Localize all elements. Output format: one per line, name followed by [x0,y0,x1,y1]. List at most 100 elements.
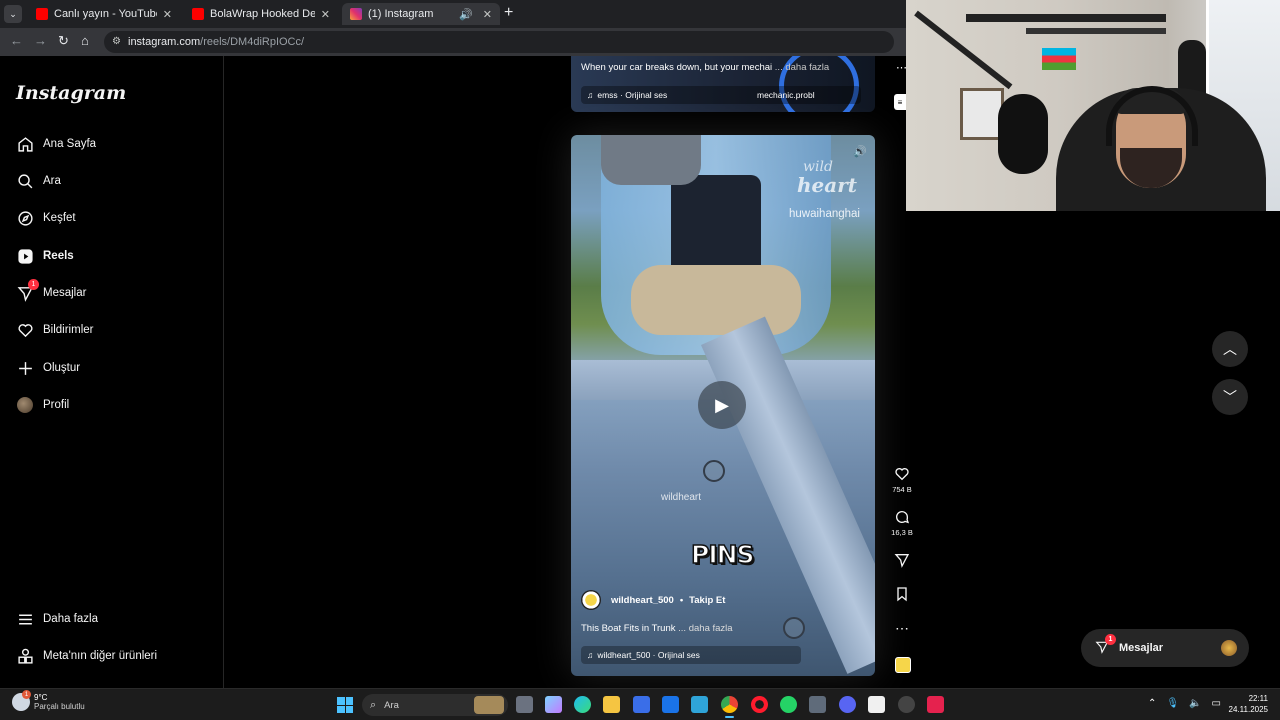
sidebar-item-label: Daha fazla [43,613,98,625]
share-button[interactable] [890,552,914,571]
more-link[interactable]: ... daha fazla [678,623,732,634]
opera-icon[interactable] [751,696,768,713]
tab-search-dropdown[interactable]: ⌄ [4,5,22,23]
system-tray: ⌃ 🎙 🔈 ▭ [1148,698,1221,709]
start-button[interactable] [337,697,353,713]
edge-icon[interactable] [574,696,591,713]
reel-audio-bar[interactable]: ♫ wildheart_500 · Orijinal ses [581,646,801,664]
avatar-icon [16,396,34,414]
back-arrow-icon[interactable]: ← [10,33,23,48]
network-icon[interactable]: ▭ [1212,698,1221,709]
tab-bolawrap[interactable]: BolaWrap Hooked Deep Into M ✕ [184,3,338,25]
sidebar-item-home[interactable]: Ana Sayfa [16,132,96,156]
sidebar-item-label: Oluştur [43,362,81,374]
reel-audio-bar[interactable]: ♫ emss · Orijinal ses mechanic.probl [581,86,861,104]
pocket-icon[interactable] [927,696,944,713]
next-reel-button[interactable]: ﹀ [1212,379,1248,415]
chevron-up-icon[interactable]: ⌃ [1148,698,1156,709]
task-view-icon[interactable] [516,696,533,713]
home-icon[interactable]: ⌂ [81,33,89,48]
sidebar-item-label: Ara [43,175,61,187]
watermark-text: huwaihanghai [789,208,860,220]
messages-pill[interactable]: 1 Mesajlar [1081,629,1249,667]
whatsapp-icon[interactable] [780,696,797,713]
site-info-icon[interactable]: ⚙ [112,36,121,47]
speaker-icon[interactable]: 🔊 [459,8,473,21]
tab-instagram[interactable]: (1) Instagram 🔊 ✕ [342,3,500,25]
side-panel-tab[interactable]: ≡ [894,94,906,110]
tagged-user[interactable]: mechanic.probl [757,90,815,100]
sidebar-item-profile[interactable]: Profil [16,393,69,417]
chrome-icon[interactable] [721,696,738,718]
webcam-scene-wall-item [966,14,1166,22]
sidebar-item-label: Ana Sayfa [43,138,97,150]
audio-avatar[interactable] [895,657,911,673]
clock[interactable]: 22:11 24.11.2025 [1228,693,1268,715]
capcut-icon[interactable] [868,696,885,713]
play-icon: ▶ [715,394,729,415]
weather-widget[interactable]: 1 9°C Parçalı bulutlu [12,690,85,711]
reel-description: This Boat Fits in Trunk ... daha fazla [581,623,733,634]
instagram-sidebar: Instagram Ana Sayfa Ara Keşfet Reels 1 M… [0,56,224,688]
discord-icon[interactable] [839,696,856,713]
obs-icon[interactable] [898,696,915,713]
taskbar-search[interactable]: ⌕ Ara [362,694,508,716]
close-icon[interactable]: ✕ [321,8,330,21]
sidebar-item-explore[interactable]: Keşfet [16,206,76,230]
sidebar-item-meta-products[interactable]: Meta'nın diğer ürünleri [16,644,157,668]
author-avatar[interactable] [581,590,601,610]
tab-youtube-studio[interactable]: Canlı yayın - YouTube Studio ✕ [28,3,180,25]
separator-dot: • [679,594,684,606]
heart-icon [16,321,34,339]
send-icon [894,552,910,571]
plus-icon [16,359,34,377]
outlook-icon[interactable] [662,696,679,713]
close-icon[interactable]: ✕ [483,8,492,21]
sidebar-item-reels[interactable]: Reels [16,244,74,268]
author-username[interactable]: wildheart_500 [611,595,674,606]
sidebar-item-search[interactable]: Ara [16,169,61,193]
avatar [1221,640,1237,656]
previous-reel[interactable]: When your car breaks down, but your mech… [571,56,875,112]
youtube-icon [36,8,48,20]
save-button[interactable] [890,586,914,605]
new-tab-button[interactable]: + [504,4,513,22]
store-icon[interactable] [633,696,650,713]
instagram-logo[interactable]: Instagram [16,82,126,104]
webcam-overlay [906,0,1280,211]
comment-button[interactable]: 16,3 B [890,509,914,537]
file-explorer-icon[interactable] [603,696,620,713]
calculator-icon[interactable] [809,696,826,713]
monitor-app-icon[interactable] [691,696,708,713]
weather-description: Parçalı bulutlu [34,702,85,711]
video-scene-pants [631,265,801,335]
forward-arrow-icon[interactable]: → [34,33,47,48]
reel-caption: When your car breaks down, but your mech… [581,62,830,73]
reel-author: wildheart_500 • Takip Et [581,590,725,610]
play-button[interactable]: ▶ [698,381,746,429]
watermark-text: wildheart [661,492,702,503]
sidebar-item-notifications[interactable]: Bildirimler [16,318,93,342]
sidebar-item-label: Keşfet [43,212,76,224]
sidebar-item-more[interactable]: Daha fazla [16,607,98,631]
sidebar-item-messages[interactable]: 1 Mesajlar [16,279,86,305]
windows-logo-tile [345,705,353,713]
reel-video[interactable]: wild heart huwaihanghai wildheart 🔊 ▶ PI… [571,135,875,676]
like-button[interactable]: 754 B [890,466,914,494]
music-note-icon: ♫ [587,650,594,660]
follow-button[interactable]: Takip Et [689,595,725,606]
reload-icon[interactable]: ↻ [58,33,69,49]
more-link[interactable]: ... daha fazla [775,62,829,73]
close-icon[interactable]: ✕ [163,8,172,21]
volume-icon[interactable]: 🔊 [853,145,867,158]
previous-reel-button[interactable]: ︿ [1212,331,1248,367]
sidebar-item-create[interactable]: Oluştur [16,356,80,380]
copilot-icon[interactable] [545,696,562,713]
speaker-icon[interactable]: 🔈 [1189,698,1201,709]
apps-icon [16,647,34,665]
address-bar[interactable]: ⚙ instagram.com/reels/DM4diRpIOCc/ [104,31,894,53]
microphone-icon[interactable]: 🎙 [1166,698,1179,709]
more-options-button[interactable]: ⋯ [890,620,914,636]
chevron-up-icon: ︿ [1223,341,1237,357]
webcam-scene-microphone [998,94,1048,174]
